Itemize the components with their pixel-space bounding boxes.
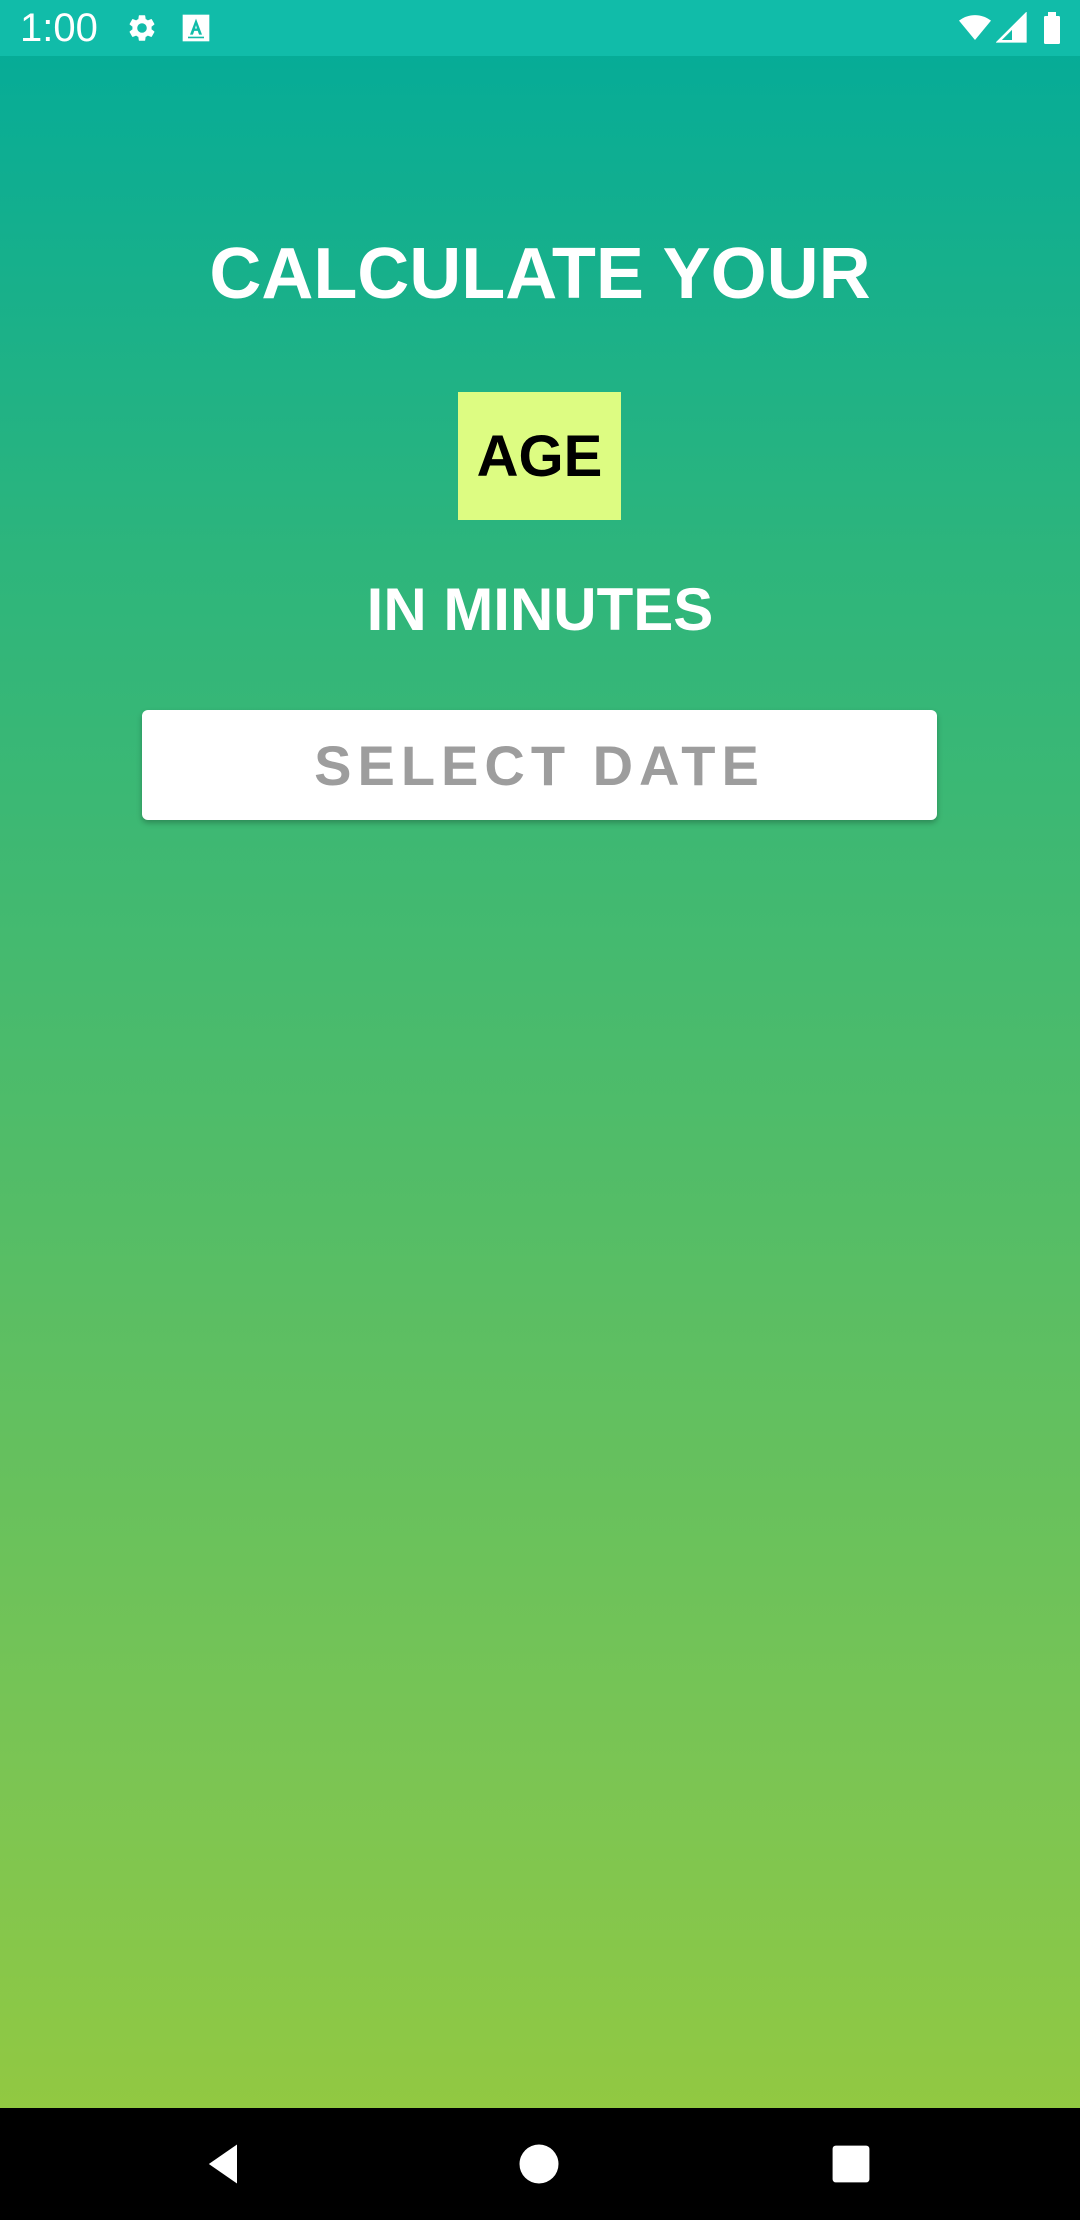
signal-icon <box>996 12 1028 44</box>
recents-icon[interactable] <box>825 2138 877 2190</box>
gear-icon <box>126 12 158 44</box>
status-time: 1:00 <box>20 6 98 50</box>
headline-in-minutes: IN MINUTES <box>366 576 714 643</box>
home-icon[interactable] <box>513 2138 565 2190</box>
age-highlight-box: AGE <box>458 392 621 520</box>
navigation-bar <box>0 2108 1080 2220</box>
accessibility-icon <box>180 12 212 44</box>
battery-icon <box>1042 12 1062 44</box>
status-bar: 1:00 <box>0 0 1080 56</box>
headline-calculate-your: CALCULATE YOUR <box>209 234 871 314</box>
select-date-button[interactable]: SELECT DATE <box>142 710 937 820</box>
select-date-label: SELECT DATE <box>314 733 765 797</box>
back-icon[interactable] <box>198 2138 250 2190</box>
age-label: AGE <box>476 423 603 489</box>
wifi-icon <box>956 12 994 44</box>
